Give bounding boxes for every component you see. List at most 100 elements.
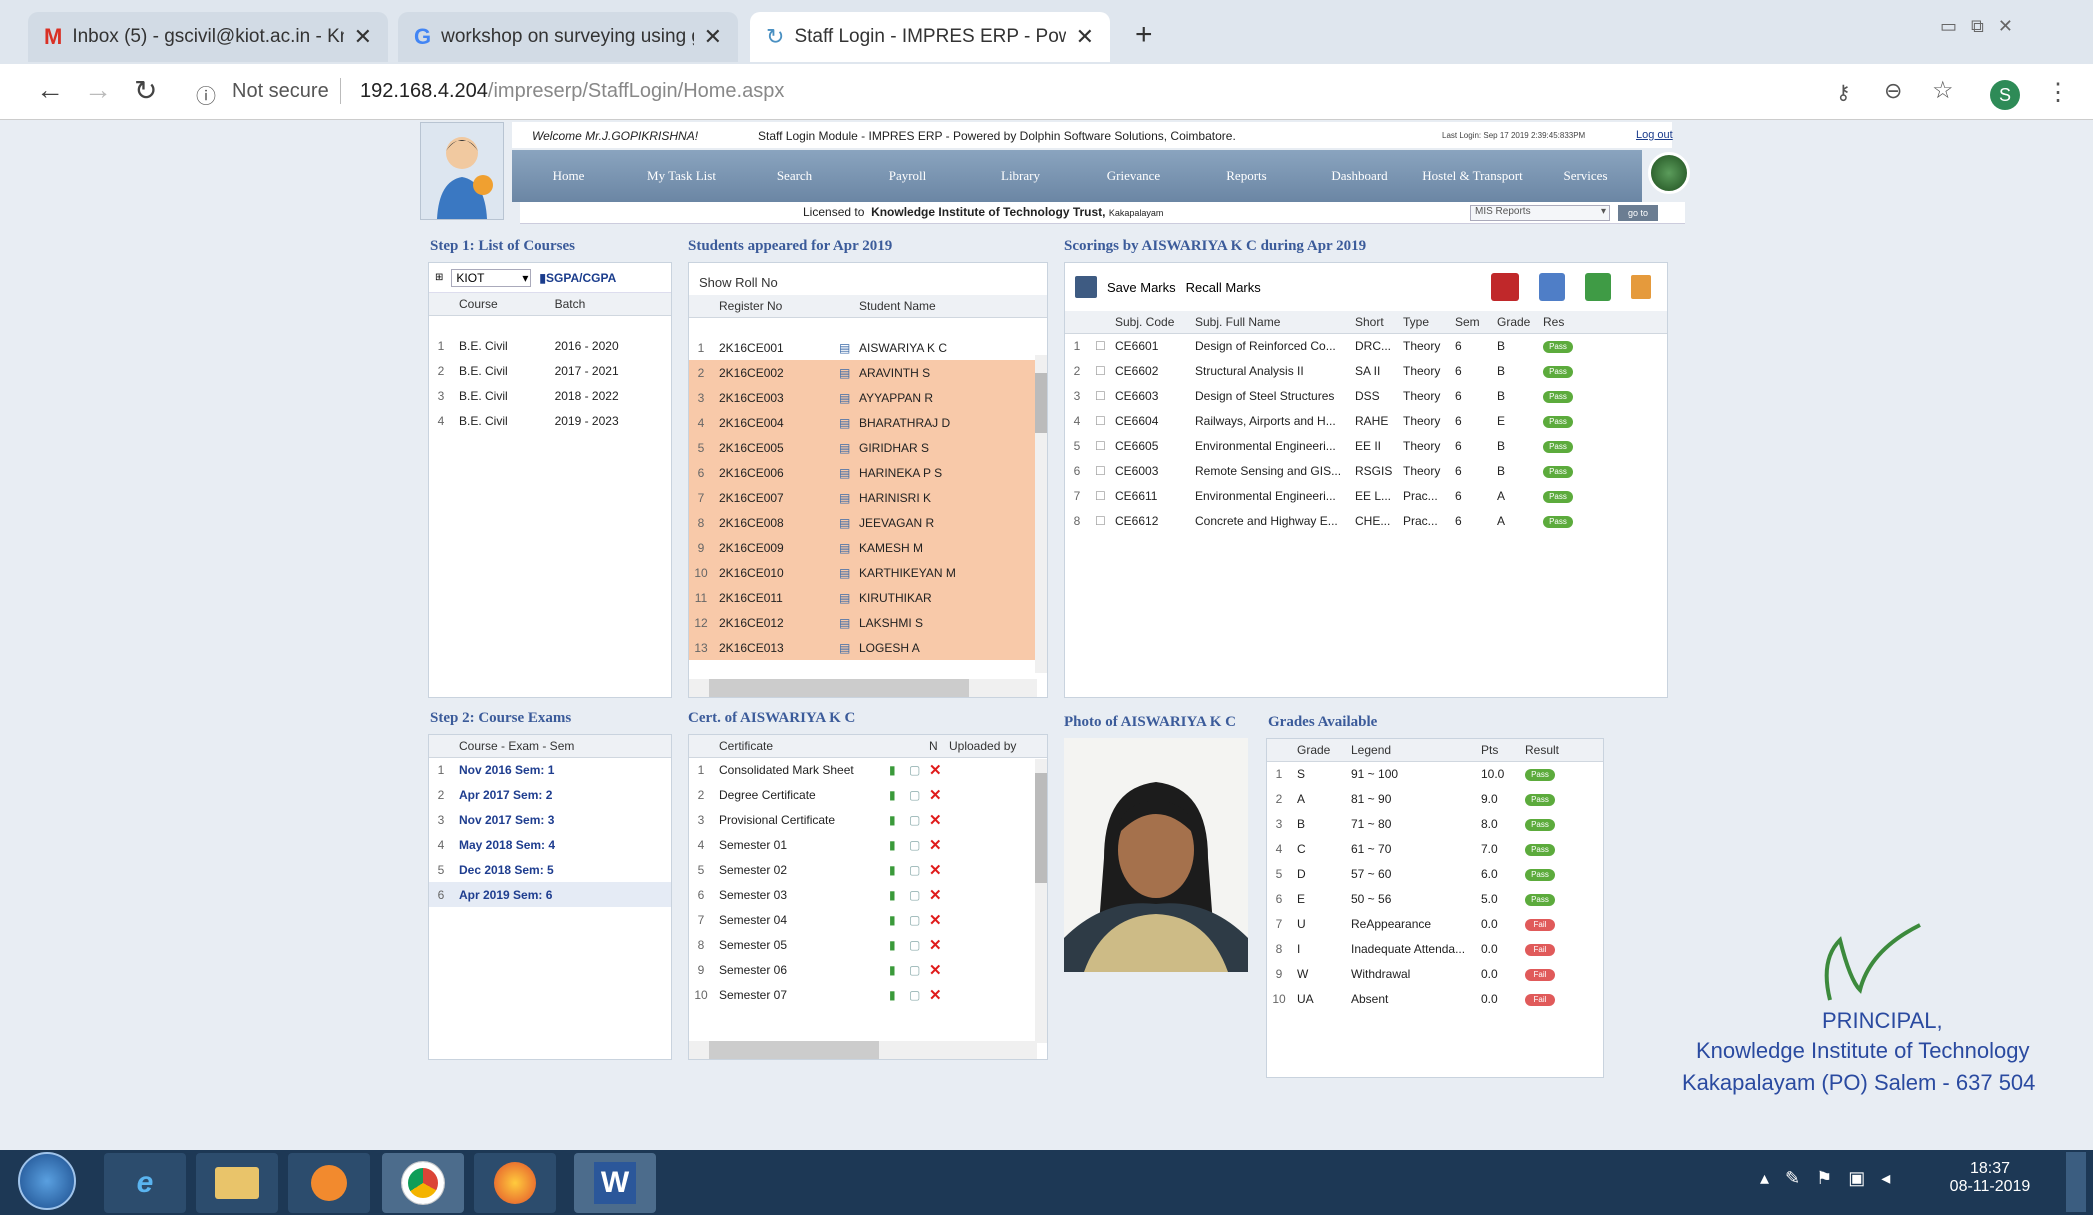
restore-icon[interactable]: ⧉: [1971, 16, 1984, 42]
upload-icon[interactable]: ▮: [883, 832, 903, 857]
students-scrollbar[interactable]: [1035, 355, 1047, 673]
sgpa-cgpa-button[interactable]: ▮SGPA/CGPA: [539, 271, 616, 285]
report-icon[interactable]: ▤: [833, 535, 853, 560]
course-row[interactable]: 3 B.E. Civil 2018 - 2022: [429, 383, 671, 408]
student-row[interactable]: 8 2K16CE008 ▤ JEEVAGAN R: [689, 510, 1047, 535]
profile-avatar[interactable]: S: [1990, 80, 2020, 110]
course-row[interactable]: 4 B.E. Civil 2019 - 2023: [429, 408, 671, 433]
chrome-icon[interactable]: [382, 1153, 464, 1213]
row-checkbox[interactable]: ☐: [1089, 458, 1109, 483]
delete-icon[interactable]: ✕: [923, 907, 943, 932]
delete-icon[interactable]: ✕: [923, 857, 943, 882]
tray-volume-icon[interactable]: ◂: [1881, 1168, 1890, 1189]
reload-icon[interactable]: ↻: [134, 74, 157, 107]
delete-icon[interactable]: ✕: [923, 757, 943, 782]
upload-icon[interactable]: ▮: [883, 882, 903, 907]
nav-item[interactable]: Services: [1529, 168, 1642, 184]
exam-row[interactable]: 4 May 2018 Sem: 4: [429, 832, 671, 857]
delete-icon[interactable]: ✕: [923, 932, 943, 957]
word-icon[interactable]: [1539, 273, 1565, 301]
pdf-icon[interactable]: [1491, 273, 1519, 301]
excel-icon[interactable]: [1585, 273, 1611, 301]
folder-icon[interactable]: [196, 1153, 278, 1213]
score-row[interactable]: 4 ☐ CE6604 Railways, Airports and H... RAHE T…: [1065, 408, 1667, 433]
info-icon[interactable]: ⓘ: [196, 80, 216, 109]
row-checkbox[interactable]: ☐: [1089, 433, 1109, 458]
certs-scrollbar[interactable]: [1035, 759, 1047, 1043]
exam-row[interactable]: 1 Nov 2016 Sem: 1: [429, 757, 671, 782]
upload-icon[interactable]: ▮: [883, 857, 903, 882]
menu-icon[interactable]: ⋮: [2046, 78, 2070, 107]
exam-row[interactable]: 6 Apr 2019 Sem: 6: [429, 882, 671, 907]
report-icon[interactable]: ▤: [833, 410, 853, 435]
cert-row[interactable]: 8 Semester 05 ▮ ▢ ✕: [689, 932, 1047, 957]
student-row[interactable]: 9 2K16CE009 ▤ KAMESH M: [689, 535, 1047, 560]
view-icon[interactable]: ▢: [903, 982, 923, 1007]
report-icon[interactable]: ▤: [833, 335, 853, 360]
view-icon[interactable]: ▢: [903, 832, 923, 857]
report-icon[interactable]: ▤: [833, 385, 853, 410]
score-row[interactable]: 8 ☐ CE6612 Concrete and Highway E... CHE... P…: [1065, 508, 1667, 533]
close-tab-icon[interactable]: ✕: [704, 24, 722, 50]
row-checkbox[interactable]: ☐: [1089, 408, 1109, 433]
row-checkbox[interactable]: ☐: [1089, 483, 1109, 508]
new-tab-button[interactable]: +: [1135, 18, 1153, 52]
media-player-icon[interactable]: [288, 1153, 370, 1213]
student-row[interactable]: 12 2K16CE012 ▤ LAKSHMI S: [689, 610, 1047, 635]
row-checkbox[interactable]: ☐: [1089, 358, 1109, 383]
show-desktop-button[interactable]: [2066, 1152, 2086, 1212]
print-icon[interactable]: [1631, 275, 1651, 299]
institution-select[interactable]: KIOT ▾: [451, 268, 532, 287]
student-row[interactable]: 10 2K16CE010 ▤ KARTHIKEYAN M: [689, 560, 1047, 585]
score-row[interactable]: 2 ☐ CE6602 Structural Analysis II SA II Theor…: [1065, 358, 1667, 383]
delete-icon[interactable]: ✕: [923, 982, 943, 1007]
report-icon[interactable]: ▤: [833, 585, 853, 610]
upload-icon[interactable]: ▮: [883, 782, 903, 807]
view-icon[interactable]: ▢: [903, 882, 923, 907]
upload-icon[interactable]: ▮: [883, 907, 903, 932]
report-icon[interactable]: ▤: [833, 610, 853, 635]
word-app-icon[interactable]: W: [574, 1153, 656, 1213]
upload-icon[interactable]: ▮: [883, 982, 903, 1007]
delete-icon[interactable]: ✕: [923, 832, 943, 857]
students-hscrollbar[interactable]: [689, 679, 1037, 697]
nav-item[interactable]: Hostel & Transport: [1416, 168, 1529, 184]
cert-row[interactable]: 5 Semester 02 ▮ ▢ ✕: [689, 857, 1047, 882]
url-field[interactable]: 192.168.4.204/impreserp/StaffLogin/Home.…: [360, 80, 784, 103]
row-checkbox[interactable]: ☐: [1089, 383, 1109, 408]
student-row[interactable]: 4 2K16CE004 ▤ BHARATHRAJ D: [689, 410, 1047, 435]
tab-gmail[interactable]: M Inbox (5) - gscivil@kiot.ac.in - Kn ✕: [28, 12, 388, 62]
row-checkbox[interactable]: ☐: [1089, 333, 1109, 358]
nav-item[interactable]: Payroll: [851, 168, 964, 184]
student-row[interactable]: 7 2K16CE007 ▤ HARINISRI K: [689, 485, 1047, 510]
student-row[interactable]: 6 2K16CE006 ▤ HARINEKA P S: [689, 460, 1047, 485]
start-button[interactable]: [18, 1152, 76, 1210]
course-row[interactable]: 2 B.E. Civil 2017 - 2021: [429, 358, 671, 383]
view-icon[interactable]: ▢: [903, 782, 923, 807]
score-row[interactable]: 5 ☐ CE6605 Environmental Engineeri... EE II T…: [1065, 433, 1667, 458]
tray-arrow-icon[interactable]: ▴: [1760, 1168, 1769, 1189]
student-row[interactable]: 3 2K16CE003 ▤ AYYAPPAN R: [689, 385, 1047, 410]
exam-row[interactable]: 5 Dec 2018 Sem: 5: [429, 857, 671, 882]
student-row[interactable]: 11 2K16CE011 ▤ KIRUTHIKAR: [689, 585, 1047, 610]
upload-icon[interactable]: ▮: [883, 807, 903, 832]
cert-row[interactable]: 6 Semester 03 ▮ ▢ ✕: [689, 882, 1047, 907]
nav-item[interactable]: Grievance: [1077, 168, 1190, 184]
student-row[interactable]: 2 2K16CE002 ▤ ARAVINTH S: [689, 360, 1047, 385]
cert-row[interactable]: 9 Semester 06 ▮ ▢ ✕: [689, 957, 1047, 982]
exam-row[interactable]: 2 Apr 2017 Sem: 2: [429, 782, 671, 807]
report-icon[interactable]: ▤: [833, 435, 853, 460]
mis-reports-select[interactable]: MIS Reports ▾: [1470, 205, 1610, 221]
firefox-icon[interactable]: [474, 1153, 556, 1213]
report-icon[interactable]: ▤: [833, 560, 853, 585]
view-icon[interactable]: ▢: [903, 907, 923, 932]
view-icon[interactable]: ▢: [903, 757, 923, 782]
forward-icon[interactable]: →: [84, 74, 112, 106]
cert-row[interactable]: 1 Consolidated Mark Sheet ▮ ▢ ✕: [689, 757, 1047, 782]
logout-link[interactable]: Log out: [1636, 129, 1673, 141]
delete-icon[interactable]: ✕: [923, 807, 943, 832]
clock[interactable]: 18:37 08-11-2019: [1940, 1160, 2040, 1196]
report-icon[interactable]: ▤: [833, 510, 853, 535]
report-icon[interactable]: ▤: [833, 360, 853, 385]
back-icon[interactable]: ←: [36, 74, 64, 106]
